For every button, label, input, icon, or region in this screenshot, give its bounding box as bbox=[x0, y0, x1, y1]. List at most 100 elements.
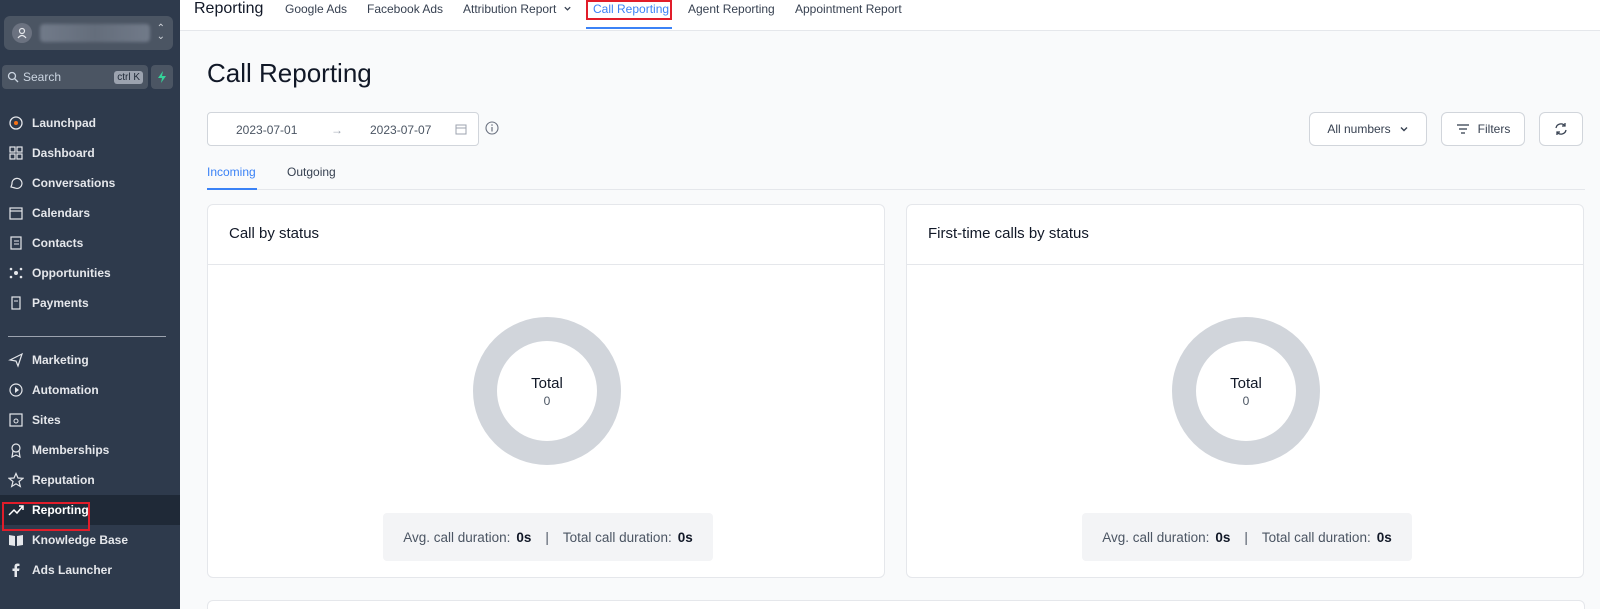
sidebar-item-label: Dashboard bbox=[32, 146, 95, 160]
calendar-icon bbox=[455, 124, 467, 135]
total-duration-value: 0s bbox=[677, 529, 693, 545]
sidebar-item-payments[interactable]: Payments bbox=[0, 288, 180, 318]
top-nav: Reporting Google Ads Facebook Ads Attrib… bbox=[180, 0, 1600, 31]
avg-duration-value: 0s bbox=[1215, 529, 1231, 545]
sidebar-item-conversations[interactable]: Conversations bbox=[0, 168, 180, 198]
sidebar-item-label: Memberships bbox=[32, 443, 110, 457]
sidebar-item-automation[interactable]: Automation bbox=[0, 375, 180, 405]
duration-separator: | bbox=[545, 529, 549, 545]
highlight-box-call-reporting bbox=[586, 0, 672, 20]
date-range-picker[interactable]: 2023-07-01 → 2023-07-07 bbox=[207, 112, 479, 146]
sidebar-item-label: Conversations bbox=[32, 176, 116, 190]
sidebar-item-label: Launchpad bbox=[32, 116, 97, 130]
highlight-box-reporting bbox=[2, 502, 90, 531]
sidebar-item-launchpad[interactable]: Launchpad bbox=[0, 108, 180, 138]
donut-total-value: 0 bbox=[543, 393, 551, 408]
badge-icon bbox=[8, 442, 24, 458]
donut-total-label: Total bbox=[531, 374, 563, 392]
sidebar-item-calendars[interactable]: Calendars bbox=[0, 198, 180, 228]
sidebar-item-label: Reputation bbox=[32, 473, 95, 487]
sidebar-item-sites[interactable]: Sites bbox=[0, 405, 180, 435]
star-icon bbox=[8, 472, 24, 488]
refresh-button[interactable] bbox=[1539, 112, 1583, 146]
sidebar-item-reputation[interactable]: Reputation bbox=[0, 465, 180, 495]
total-duration-label: Total call duration: bbox=[1261, 529, 1371, 545]
numbers-select-value: All numbers bbox=[1327, 122, 1391, 136]
tab-outgoing[interactable]: Outgoing bbox=[287, 165, 336, 179]
search-icon bbox=[7, 71, 19, 83]
sidebar-item-memberships[interactable]: Memberships bbox=[0, 435, 180, 465]
active-tab-underline bbox=[207, 188, 257, 190]
status-donut-chart: Total 0 bbox=[1172, 317, 1320, 465]
network-icon bbox=[8, 265, 24, 281]
refresh-icon bbox=[1555, 123, 1567, 135]
contacts-icon bbox=[8, 235, 24, 251]
avg-duration-value: 0s bbox=[516, 529, 532, 545]
filters-label: Filters bbox=[1477, 122, 1511, 136]
sidebar-item-label: Contacts bbox=[32, 236, 84, 250]
filters-button[interactable]: Filters bbox=[1441, 112, 1525, 146]
chevron-updown-icon: ⌃ ⌄ bbox=[156, 23, 165, 42]
numbers-select[interactable]: All numbers bbox=[1309, 112, 1427, 146]
search-placeholder: Search bbox=[23, 70, 62, 84]
sidebar-item-label: Ads Launcher bbox=[32, 563, 113, 577]
chevron-down-icon bbox=[564, 6, 571, 11]
book-icon bbox=[8, 532, 24, 548]
account-switcher[interactable]: ⌃ ⌄ bbox=[4, 16, 173, 50]
sidebar-item-marketing[interactable]: Marketing bbox=[0, 345, 180, 375]
receipt-icon bbox=[8, 295, 24, 311]
account-name-blurred bbox=[40, 24, 150, 42]
active-nav-underline bbox=[586, 27, 672, 29]
nav-google-ads[interactable]: Google Ads bbox=[285, 2, 347, 16]
grid-icon bbox=[8, 145, 24, 161]
date-start: 2023-07-01 bbox=[236, 123, 298, 137]
chat-icon bbox=[8, 175, 24, 191]
next-report-card bbox=[207, 600, 1585, 609]
sidebar-item-label: Knowledge Base bbox=[32, 533, 129, 547]
duration-summary: Avg. call duration: 0s | Total call dura… bbox=[383, 513, 713, 561]
location-avatar-icon bbox=[12, 23, 32, 43]
card-title: First-time calls by status bbox=[907, 205, 1583, 265]
chevron-down-icon bbox=[1400, 127, 1408, 132]
facebook-icon bbox=[8, 562, 24, 578]
date-end: 2023-07-07 bbox=[370, 123, 432, 137]
nav-attribution-report[interactable]: Attribution Report bbox=[463, 2, 572, 16]
sidebar-item-contacts[interactable]: Contacts bbox=[0, 228, 180, 258]
send-icon bbox=[8, 352, 24, 368]
sidebar-item-label: Payments bbox=[32, 296, 89, 310]
search-shortcut: ctrl K bbox=[114, 70, 143, 84]
duration-summary: Avg. call duration: 0s | Total call dura… bbox=[1082, 513, 1412, 561]
nav-attribution-label: Attribution Report bbox=[463, 2, 557, 16]
sidebar-item-label: Sites bbox=[32, 413, 61, 427]
sidebar-item-dashboard[interactable]: Dashboard bbox=[0, 138, 180, 168]
sidebar-item-opportunities[interactable]: Opportunities bbox=[0, 258, 180, 288]
nav-appointment-report[interactable]: Appointment Report bbox=[795, 2, 902, 16]
nav-facebook-ads[interactable]: Facebook Ads bbox=[367, 2, 443, 16]
sites-icon bbox=[8, 412, 24, 428]
card-title: Call by status bbox=[208, 205, 884, 265]
page-title: Call Reporting bbox=[207, 58, 372, 88]
nav-agent-reporting[interactable]: Agent Reporting bbox=[688, 2, 775, 16]
quick-action-button[interactable] bbox=[151, 65, 173, 89]
sidebar-item-label: Opportunities bbox=[32, 266, 111, 280]
tab-incoming[interactable]: Incoming bbox=[207, 165, 256, 179]
rocket-icon bbox=[8, 115, 24, 131]
arrow-right-icon: → bbox=[331, 123, 343, 137]
calendar-icon bbox=[8, 205, 24, 221]
sidebar-divider bbox=[8, 336, 166, 337]
donut-total-value: 0 bbox=[1242, 393, 1250, 408]
sidebar-item-label: Calendars bbox=[32, 206, 91, 220]
search-input[interactable]: Search ctrl K bbox=[2, 65, 148, 89]
total-duration-value: 0s bbox=[1376, 529, 1392, 545]
sidebar-item-label: Automation bbox=[32, 383, 99, 397]
sidebar-item-label: Marketing bbox=[32, 353, 89, 367]
status-donut-chart: Total 0 bbox=[473, 317, 621, 465]
info-icon[interactable] bbox=[485, 121, 499, 135]
avg-duration-label: Avg. call duration: bbox=[1102, 529, 1210, 545]
sidebar-item-ads-launcher[interactable]: Ads Launcher bbox=[0, 555, 180, 585]
section-title: Reporting bbox=[194, 0, 264, 17]
total-duration-label: Total call duration: bbox=[562, 529, 672, 545]
tabs-divider bbox=[207, 189, 1585, 190]
lightning-icon bbox=[158, 71, 166, 83]
call-by-status-card: Call by status Total 0 Avg. call duratio… bbox=[207, 204, 885, 578]
